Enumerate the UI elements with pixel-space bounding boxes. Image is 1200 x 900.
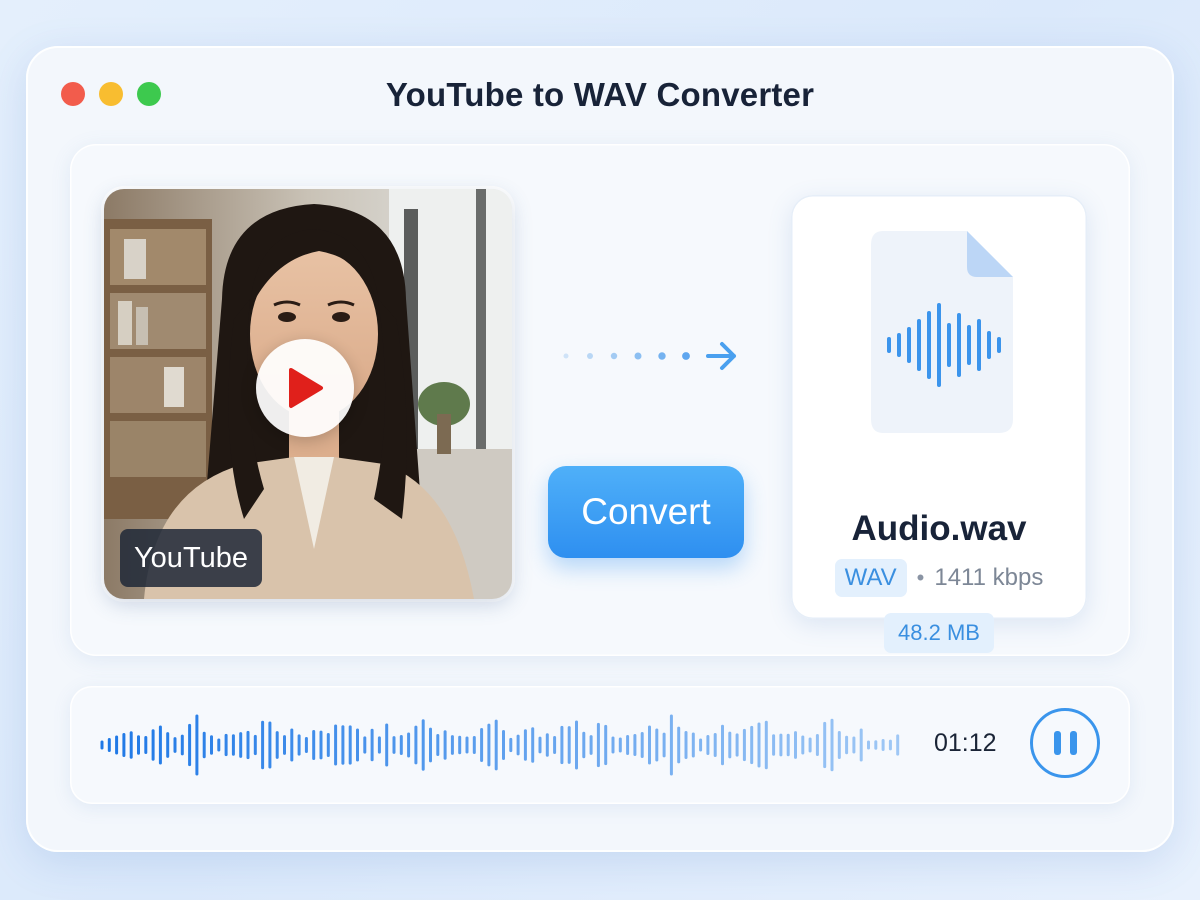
dotted-arrow-right-icon — [563, 342, 736, 370]
video-thumbnail[interactable]: YouTube — [104, 189, 512, 599]
audio-waveform[interactable] — [100, 694, 910, 796]
file-size-badge: 48.2 MB — [884, 613, 994, 653]
format-badge: WAV — [834, 559, 907, 597]
app-window: YouTube to WAV Converter YouTube Convert… — [26, 46, 1174, 852]
file-meta-row: WAV • 1411 kbps — [791, 559, 1087, 597]
source-platform-label: YouTube — [120, 529, 262, 587]
pause-icon — [1053, 731, 1061, 755]
meta-separator: • — [916, 565, 925, 590]
file-size-row: 48.2 MB — [791, 613, 1087, 653]
play-button[interactable] — [256, 339, 354, 437]
conversion-panel: YouTube Convert Audio.wav WAV • 1411 kbp… — [70, 144, 1130, 656]
pause-button[interactable] — [1030, 708, 1100, 778]
bitrate-label: 1411 kbps — [934, 564, 1044, 591]
output-file-name: Audio.wav — [851, 509, 1027, 548]
convert-button[interactable]: Convert — [548, 466, 744, 558]
audio-file-icon — [871, 231, 1013, 433]
pause-icon — [1069, 731, 1077, 755]
audio-player: 01:12 — [70, 686, 1130, 804]
window-title: YouTube to WAV Converter — [385, 76, 815, 113]
play-icon — [289, 368, 323, 408]
playback-time: 01:12 — [934, 729, 997, 757]
output-file-card[interactable]: Audio.wav WAV • 1411 kbps 48.2 MB — [791, 195, 1087, 653]
